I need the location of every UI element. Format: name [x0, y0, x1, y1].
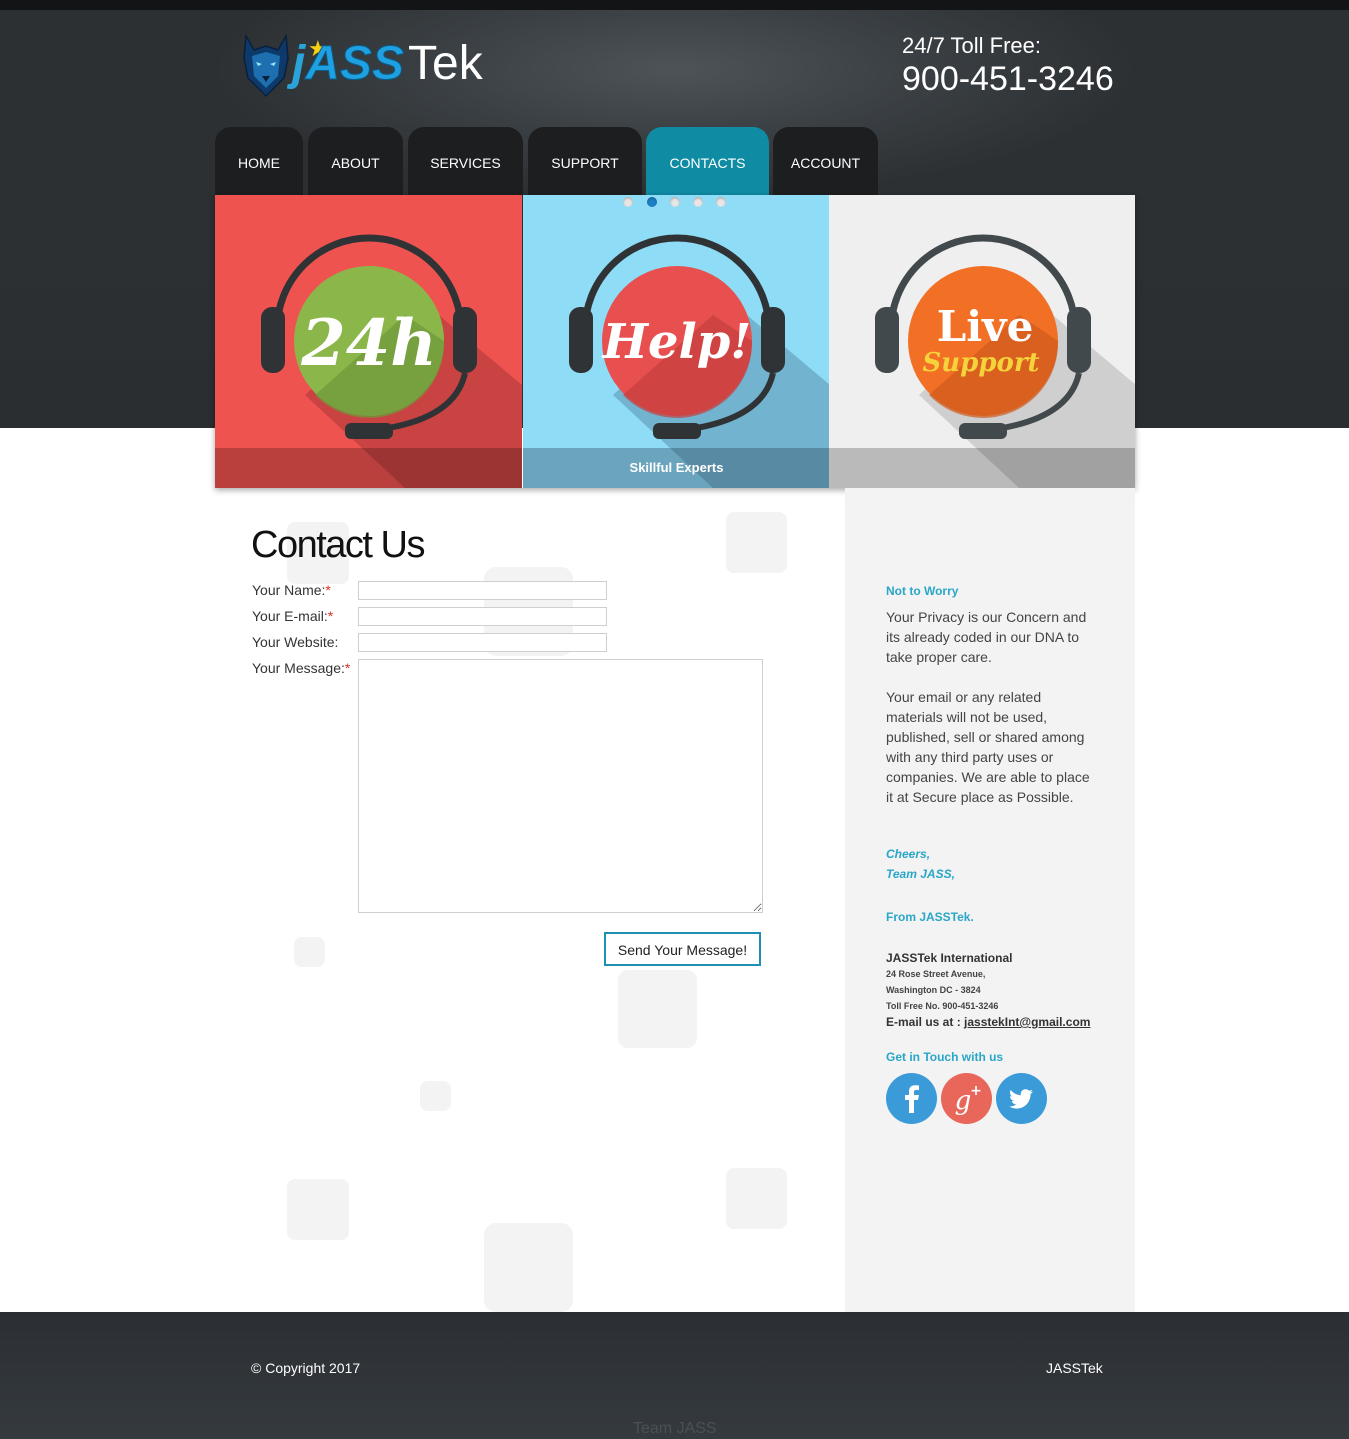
decorative-square: [294, 937, 325, 967]
footer-brand: JASSTek: [1046, 1360, 1103, 1376]
sign-off-team: Team JASS,: [886, 867, 955, 881]
nav-item-account[interactable]: ACCOUNT: [773, 127, 878, 195]
required-mark: *: [325, 582, 331, 598]
nav-item-home[interactable]: HOME: [215, 127, 303, 195]
decorative-square: [420, 1081, 451, 1111]
company-name: JASSTek International: [886, 951, 1013, 965]
svg-text:+: +: [970, 1083, 982, 1099]
wolf-logo-icon: [243, 33, 289, 98]
message-label-text: Your Message:: [252, 660, 345, 676]
top-bar: [0, 0, 1349, 10]
email-label: E-mail us at :: [886, 1015, 961, 1029]
toll-free-block: 24/7 Toll Free: 900-451-3246: [902, 33, 1114, 98]
headset-help-icon: Help!: [569, 234, 830, 488]
slider-dot-3[interactable]: [670, 197, 680, 207]
badge-24h-text: 24h: [300, 306, 437, 381]
facebook-button[interactable]: [886, 1073, 937, 1124]
slide-live-support: Live Support: [829, 195, 1135, 488]
name-label-text: Your Name:: [252, 582, 326, 598]
message-field[interactable]: [358, 659, 763, 913]
required-mark: *: [344, 660, 351, 676]
slider-dot-4[interactable]: [693, 197, 703, 207]
slider-dot-5[interactable]: [716, 197, 726, 207]
send-message-button[interactable]: Send Your Message!: [604, 932, 761, 966]
badge-support-text: Support: [922, 348, 1039, 378]
nav-item-support[interactable]: SUPPORT: [528, 127, 642, 195]
toll-free-line: Toll Free No. 900-451-3246: [886, 1001, 999, 1011]
image-slider[interactable]: 24h Help! Skillful Experts Live Support: [215, 195, 1135, 488]
svg-text:g: g: [955, 1086, 972, 1116]
name-field[interactable]: [358, 581, 607, 600]
social-heading: Get in Touch with us: [886, 1050, 1004, 1064]
headset-24h-icon: 24h: [261, 234, 522, 488]
website-field[interactable]: [358, 633, 607, 652]
footer: © Copyright 2017 JASSTek Team JASS: [0, 1312, 1349, 1439]
footer-team: Team JASS: [633, 1420, 717, 1437]
headset-live-support-icon: Live Support: [875, 234, 1135, 488]
page-title: Contact Us: [251, 524, 425, 566]
email-field[interactable]: [358, 607, 607, 626]
slider-dot-1[interactable]: [623, 197, 633, 207]
nav-item-services[interactable]: SERVICES: [408, 127, 523, 195]
decorative-square: [618, 970, 697, 1048]
slider-dot-2[interactable]: [647, 197, 657, 207]
name-label: Your Name:*: [252, 582, 331, 598]
privacy-paragraph-2: Your email or any related materials will…: [886, 689, 1090, 805]
decorative-square: [726, 512, 787, 573]
badge-help-text: Help!: [601, 314, 752, 370]
facebook-icon: [905, 1085, 919, 1113]
decorative-square: [726, 1168, 787, 1229]
google-plus-icon: g +: [955, 1083, 982, 1116]
site-logo[interactable]: ★ jASSTek: [240, 32, 520, 100]
twitter-button[interactable]: [996, 1073, 1047, 1124]
sidebar-heading: Not to Worry: [886, 584, 959, 598]
email-link[interactable]: jasstekInt@gmail.com: [964, 1015, 1090, 1029]
message-label: Your Message:*: [252, 660, 350, 676]
slide-help: Help! Skillful Experts: [523, 195, 830, 488]
logo-tek: Tek: [408, 37, 483, 90]
twitter-icon: [1009, 1089, 1033, 1109]
badge-live-text: Live: [937, 302, 1034, 351]
slide-24h: 24h: [215, 195, 522, 488]
slide-caption: Skillful Experts: [523, 448, 830, 488]
sign-off-cheers: Cheers,: [886, 847, 931, 861]
slide-caption: [829, 448, 1135, 488]
website-label-text: Your Website:: [252, 634, 339, 650]
logo-wordmark: jASSTek: [292, 36, 483, 92]
privacy-paragraph-1: Your Privacy is our Concern and its alre…: [886, 609, 1087, 665]
nav-item-contacts[interactable]: CONTACTS: [646, 127, 769, 195]
company-address: JASSTek International 24 Rose Street Ave…: [886, 950, 1126, 1030]
decorative-square: [287, 1179, 349, 1240]
decorative-square: [484, 1223, 573, 1312]
copyright-text: © Copyright 2017: [251, 1360, 361, 1376]
address-line-1: 24 Rose Street Avenue,: [886, 969, 986, 979]
logo-j: j: [292, 37, 306, 90]
nav-item-about[interactable]: ABOUT: [308, 127, 403, 195]
email-line: E-mail us at : jasstekInt@gmail.com: [886, 1014, 1126, 1030]
address-line-2: Washington DC - 3824: [886, 985, 981, 995]
google-plus-button[interactable]: g +: [941, 1073, 992, 1124]
toll-free-number: 900-451-3246: [902, 60, 1114, 98]
required-mark: *: [327, 608, 334, 624]
sidebar: Not to Worry Your Privacy is our Concern…: [845, 488, 1135, 1312]
email-label-text: Your E-mail:: [252, 608, 328, 624]
toll-free-label: 24/7 Toll Free:: [902, 33, 1042, 58]
website-label: Your Website:: [252, 634, 338, 650]
slide-caption: [215, 448, 522, 488]
email-label: Your E-mail:*: [252, 608, 333, 624]
logo-ass: ASS: [305, 37, 405, 91]
sign-off-from: From JASSTek.: [886, 910, 974, 924]
